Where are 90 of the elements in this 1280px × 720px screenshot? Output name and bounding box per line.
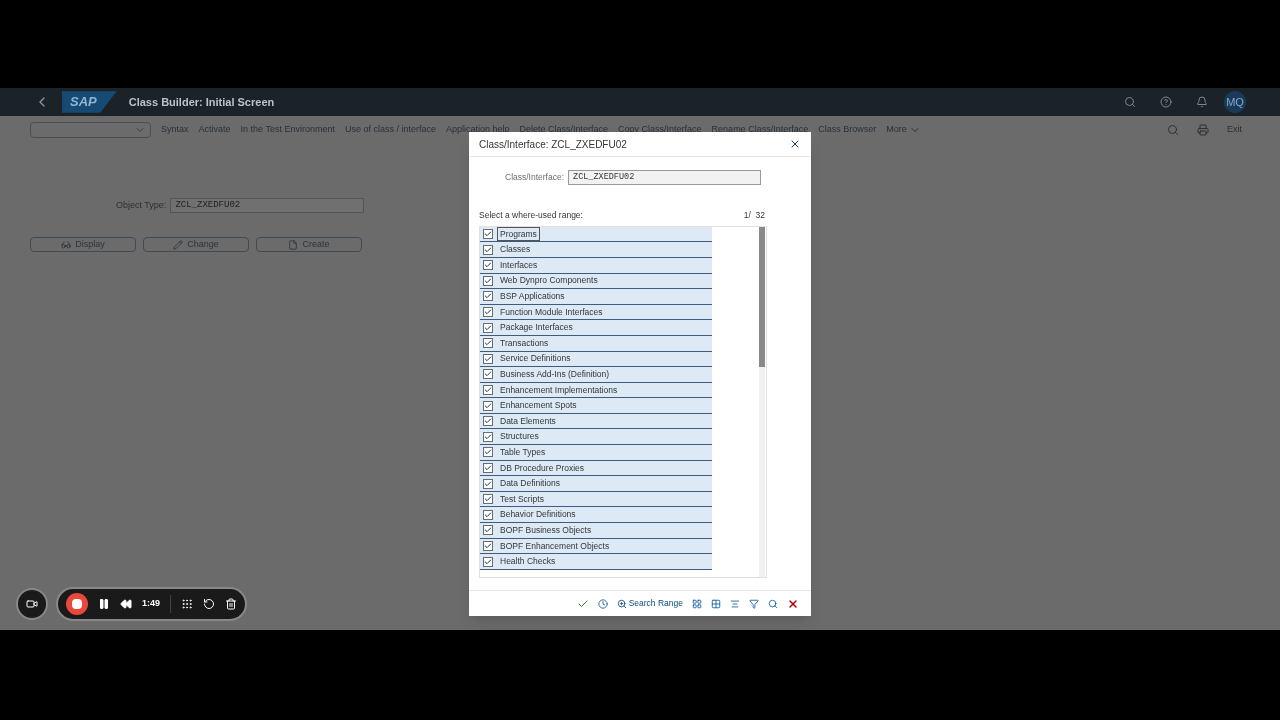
clock-icon[interactable] xyxy=(597,598,608,609)
row-label: BSP Applications xyxy=(499,290,566,304)
checkbox[interactable] xyxy=(483,540,493,551)
trash-icon[interactable] xyxy=(225,598,237,610)
class-field[interactable]: ZCL_ZXEDFU02 xyxy=(568,170,762,185)
range-row[interactable]: Programs xyxy=(480,226,712,243)
user-avatar[interactable]: MQ xyxy=(1224,91,1246,113)
checkbox[interactable] xyxy=(483,478,493,489)
video-camera-icon xyxy=(26,598,38,610)
rewind-icon[interactable] xyxy=(120,598,132,610)
row-label: Interfaces xyxy=(499,258,539,272)
document-icon xyxy=(288,239,299,250)
row-label: Package Interfaces xyxy=(499,321,574,335)
bell-icon[interactable] xyxy=(1196,96,1208,108)
recording-time: 1:49 xyxy=(142,597,160,611)
range-row[interactable]: Business Add-Ins (Definition) xyxy=(480,367,712,383)
sap-logo: SAP xyxy=(62,91,117,113)
row-label: Behavior Definitions xyxy=(499,508,577,522)
checkbox[interactable] xyxy=(483,525,493,536)
row-label: Health Checks xyxy=(499,555,557,569)
row-label: BOPF Business Objects xyxy=(499,523,593,537)
range-row[interactable]: Behavior Definitions xyxy=(480,507,712,524)
checkbox[interactable] xyxy=(483,556,493,567)
row-label: Enhancement Implementations xyxy=(499,383,619,397)
checkbox[interactable] xyxy=(483,291,493,302)
row-label: Programs xyxy=(497,226,540,242)
row-label: Test Scripts xyxy=(499,492,545,506)
row-label: Classes xyxy=(499,243,532,257)
grid-outline-icon[interactable] xyxy=(711,598,721,609)
checkbox[interactable] xyxy=(483,244,493,255)
range-row[interactable]: BOPF Business Objects xyxy=(480,523,712,539)
row-label: Business Add-Ins (Definition) xyxy=(499,368,611,381)
glasses-icon xyxy=(61,239,72,250)
row-label: Service Definitions xyxy=(499,352,572,366)
checkbox[interactable] xyxy=(483,462,493,473)
row-label: Data Definitions xyxy=(499,477,561,491)
search-icon[interactable] xyxy=(1124,96,1136,108)
search-icon[interactable] xyxy=(768,598,778,609)
checkbox[interactable] xyxy=(483,369,493,380)
field-label: Class/Interface: xyxy=(505,171,565,184)
page-counter: 1/ 32 xyxy=(743,209,765,222)
checkbox[interactable] xyxy=(483,307,493,317)
range-row[interactable]: BSP Applications xyxy=(480,289,712,305)
checkbox[interactable] xyxy=(483,447,493,458)
command-field[interactable] xyxy=(30,122,151,138)
range-label: Select a where-used range: xyxy=(479,209,583,222)
checkbox[interactable] xyxy=(483,400,493,411)
window-title: Class Builder: Initial Screen xyxy=(128,94,275,110)
grid-icon[interactable] xyxy=(181,598,193,610)
stop-button[interactable] xyxy=(66,593,88,615)
printer-icon[interactable] xyxy=(1197,124,1209,136)
row-label: DB Procedure Proxies xyxy=(499,461,586,475)
checkbox[interactable] xyxy=(483,353,493,364)
row-label: Transactions xyxy=(499,336,550,350)
filter-icon[interactable] xyxy=(749,598,759,609)
dialog-title: Class/Interface: ZCL_ZXEDFU02 xyxy=(479,137,628,152)
range-row[interactable]: Table Types xyxy=(480,445,712,461)
range-row[interactable]: Enhancement Spots xyxy=(480,398,712,414)
scrollbar[interactable] xyxy=(759,226,765,577)
row-label: Web Dynpro Components xyxy=(499,274,599,288)
checkbox[interactable] xyxy=(483,322,493,333)
help-icon[interactable] xyxy=(1160,96,1172,108)
field-label: Object Type: xyxy=(116,198,167,212)
row-label: Enhancement Spots xyxy=(499,399,578,413)
checkbox[interactable] xyxy=(483,416,493,427)
checkbox[interactable] xyxy=(483,385,493,395)
range-row[interactable]: Health Checks xyxy=(480,554,712,570)
checkbox[interactable] xyxy=(483,260,493,271)
checkbox[interactable] xyxy=(483,275,493,286)
checkbox[interactable] xyxy=(483,509,493,520)
zoom-icon xyxy=(616,598,627,609)
search-range-button[interactable]: Search Range xyxy=(616,597,683,610)
checkbox[interactable] xyxy=(483,431,493,442)
checkbox[interactable] xyxy=(483,494,493,505)
checkbox[interactable] xyxy=(483,229,493,240)
row-label: Table Types xyxy=(499,446,547,459)
close-icon[interactable] xyxy=(789,138,801,150)
checkbox[interactable] xyxy=(483,338,493,349)
pause-icon[interactable] xyxy=(98,598,110,610)
pencil-icon xyxy=(173,239,184,250)
range-row[interactable]: Package Interfaces xyxy=(480,320,712,336)
row-label: Data Elements xyxy=(499,414,557,428)
row-label: Structures xyxy=(499,430,540,444)
row-label: BOPF Enhancement Objects xyxy=(499,539,611,553)
range-row[interactable]: Classes xyxy=(480,242,712,258)
cancel-icon[interactable] xyxy=(787,597,799,610)
undo-icon[interactable] xyxy=(203,598,215,610)
range-row[interactable]: Data Definitions xyxy=(480,476,712,492)
row-label: Function Module Interfaces xyxy=(499,305,604,319)
range-row[interactable]: Structures xyxy=(480,429,712,446)
